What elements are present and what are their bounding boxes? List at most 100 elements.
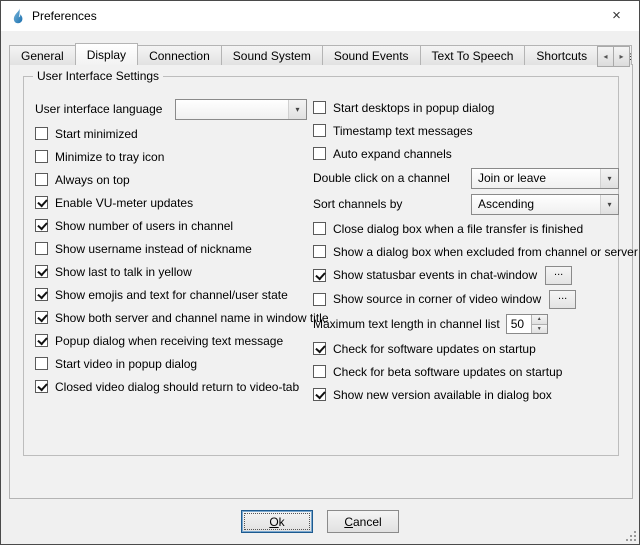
max-text-length-spinner[interactable]: 50 ▲ ▼ [506,314,548,334]
video-source-config-button[interactable]: ... [549,290,576,309]
statusbar-events-config-button[interactable]: ... [545,266,572,285]
checkbox-start-minimized[interactable]: Start minimized [35,122,307,145]
checkbox-new-version-dialog[interactable]: Show new version available in dialog box [313,383,619,406]
checkbox-box[interactable] [313,269,326,282]
checkbox-emojis-text-state[interactable]: Show emojis and text for channel/user st… [35,283,307,306]
checkbox-label: Check for beta software updates on start… [333,365,562,379]
checkbox-box [35,380,48,393]
checkbox-box [35,173,48,186]
checkbox-excluded-dialog[interactable]: Show a dialog box when excluded from cha… [313,240,619,263]
checkbox-label: Timestamp text messages [333,124,473,138]
resize-grip-icon[interactable] [623,528,637,542]
checkbox-minimize-to-tray[interactable]: Minimize to tray icon [35,145,307,168]
spinner-buttons: ▲ ▼ [531,315,547,333]
ok-label: Ok [269,515,284,529]
checkbox-close-filetransfer-dialog[interactable]: Close dialog box when a file transfer is… [313,217,619,240]
checkbox-label: Enable VU-meter updates [55,196,193,210]
tab-connection[interactable]: Connection [137,45,222,65]
statusbar-events-row: Show statusbar events in chat-window ... [313,263,619,287]
sort-channels-value: Ascending [478,197,600,211]
checkbox-label: Close dialog box when a file transfer is… [333,222,583,236]
checkbox-box [313,365,326,378]
checkbox-box[interactable] [313,293,326,306]
preferences-dialog: Preferences × General Display Connection… [0,0,640,545]
tab-text-to-speech[interactable]: Text To Speech [420,45,526,65]
checkbox-start-desktops-popup[interactable]: Start desktops in popup dialog [313,96,619,119]
sort-channels-row: Sort channels by Ascending ▾ [313,191,619,217]
window-title: Preferences [32,9,97,23]
checkbox-label: Always on top [55,173,130,187]
checkbox-box [313,147,326,160]
cancel-button[interactable]: Cancel [327,510,399,533]
checkbox-video-return-tab[interactable]: Closed video dialog should return to vid… [35,375,307,398]
checkbox-label: Start desktops in popup dialog [333,101,494,115]
tab-bar: General Display Connection Sound System … [9,43,631,65]
checkbox-box [35,150,48,163]
max-text-length-value: 50 [507,315,531,333]
checkbox-label: Closed video dialog should return to vid… [55,380,299,394]
language-select[interactable]: ▾ [175,99,307,120]
checkbox-box [35,242,48,255]
checkbox-vu-meter-updates[interactable]: Enable VU-meter updates [35,191,307,214]
group-title: User Interface Settings [33,69,163,83]
ok-button[interactable]: Ok [241,510,313,533]
tab-sound-system[interactable]: Sound System [221,45,323,65]
button-bar: Ok Cancel [1,510,639,533]
checkbox-label: Show statusbar events in chat-window [333,268,537,282]
checkbox-label: Show a dialog box when excluded from cha… [333,245,638,259]
chevron-down-icon: ▾ [600,195,618,214]
checkbox-box [313,342,326,355]
checkbox-box [35,219,48,232]
double-click-value: Join or leave [478,171,600,185]
spin-up-icon[interactable]: ▲ [532,315,547,325]
checkbox-box [313,124,326,137]
checkbox-box [313,222,326,235]
tab-sound-events[interactable]: Sound Events [322,45,421,65]
double-click-row: Double click on a channel Join or leave … [313,165,619,191]
checkbox-label: Start video in popup dialog [55,357,197,371]
checkbox-check-beta-updates[interactable]: Check for beta software updates on start… [313,360,619,383]
checkbox-label: Show last to talk in yellow [55,265,192,279]
checkbox-always-on-top[interactable]: Always on top [35,168,307,191]
tab-shortcuts[interactable]: Shortcuts [524,45,599,65]
video-source-row: Show source in corner of video window ..… [313,287,619,311]
checkbox-timestamp-messages[interactable]: Timestamp text messages [313,119,619,142]
right-column: Start desktops in popup dialog Timestamp… [313,96,619,406]
checkbox-box [313,388,326,401]
double-click-select[interactable]: Join or leave ▾ [471,168,619,189]
checkbox-show-user-count[interactable]: Show number of users in channel [35,214,307,237]
checkbox-auto-expand-channels[interactable]: Auto expand channels [313,142,619,165]
checkbox-server-channel-in-title[interactable]: Show both server and channel name in win… [35,306,307,329]
tab-display[interactable]: Display [75,43,138,65]
checkbox-box [35,196,48,209]
checkbox-box [35,127,48,140]
tab-scroll-left-icon[interactable]: ◂ [597,46,614,67]
checkbox-label: Popup dialog when receiving text message [55,334,283,348]
checkbox-label: Auto expand channels [333,147,452,161]
checkbox-check-updates[interactable]: Check for software updates on startup [313,337,619,360]
sort-channels-label: Sort channels by [313,197,402,211]
checkbox-start-video-popup[interactable]: Start video in popup dialog [35,352,307,375]
checkbox-last-talk-yellow[interactable]: Show last to talk in yellow [35,260,307,283]
tab-scrollers: ◂ ▸ [598,46,630,67]
tab-general[interactable]: General [9,45,76,65]
checkbox-label: Start minimized [55,127,138,141]
app-icon [9,8,25,24]
checkbox-box [35,357,48,370]
checkbox-label: Show emojis and text for channel/user st… [55,288,288,302]
max-text-length-row: Maximum text length in channel list 50 ▲… [313,311,619,337]
checkbox-box [35,288,48,301]
checkbox-label: Show username instead of nickname [55,242,252,256]
tab-scroll-right-icon[interactable]: ▸ [613,46,630,67]
checkbox-popup-text-message[interactable]: Popup dialog when receiving text message [35,329,307,352]
close-icon[interactable]: × [594,1,639,30]
checkbox-label: Show source in corner of video window [333,292,541,306]
window-titlebar[interactable]: Preferences × [1,1,639,31]
sort-channels-select[interactable]: Ascending ▾ [471,194,619,215]
chevron-down-icon: ▾ [600,169,618,188]
checkbox-show-username[interactable]: Show username instead of nickname [35,237,307,260]
checkbox-box [35,334,48,347]
checkbox-box [35,265,48,278]
checkbox-label: Show both server and channel name in win… [55,311,329,325]
spin-down-icon[interactable]: ▼ [532,325,547,334]
